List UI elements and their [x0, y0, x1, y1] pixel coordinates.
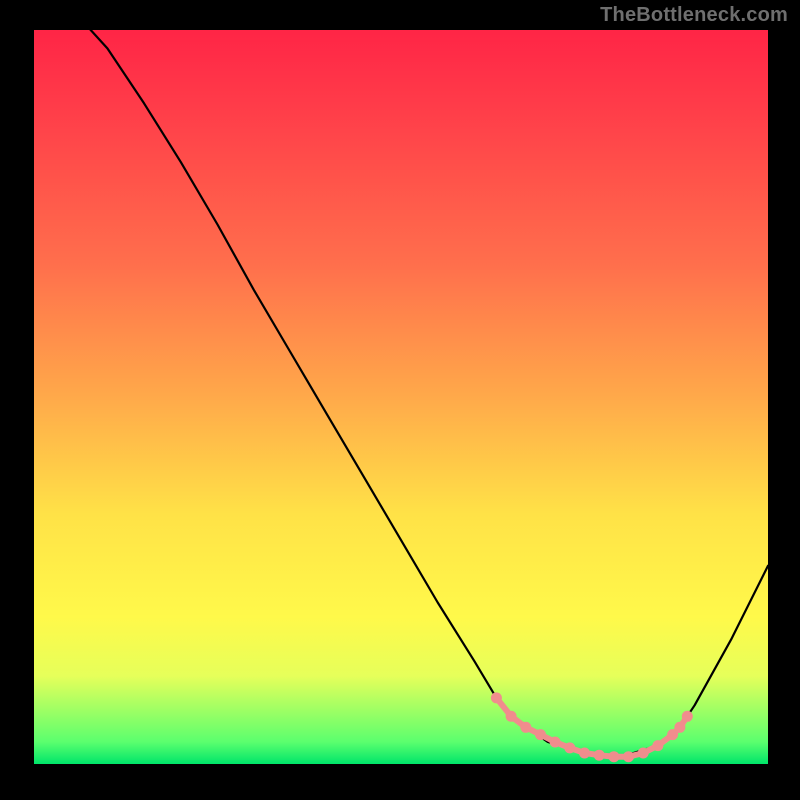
sweet-spot-marker	[579, 748, 590, 759]
sweet-spot-marker	[520, 722, 531, 733]
plot-area	[34, 30, 768, 764]
sweet-spot-marker	[623, 751, 634, 762]
sweet-spot-marker	[608, 751, 619, 762]
sweet-spot-marker	[674, 722, 685, 733]
chart-svg	[34, 30, 768, 764]
chart-frame: TheBottleneck.com	[0, 0, 800, 800]
bottleneck-curve	[34, 30, 768, 757]
sweet-spot-marker	[594, 750, 605, 761]
sweet-spot-marker	[638, 748, 649, 759]
attribution-text: TheBottleneck.com	[600, 4, 788, 27]
sweet-spot-marker	[506, 711, 517, 722]
sweet-spot-marker	[652, 740, 663, 751]
sweet-spot-markers	[491, 692, 693, 762]
sweet-spot-marker	[550, 737, 561, 748]
sweet-spot-marker	[564, 742, 575, 753]
sweet-spot-marker	[535, 729, 546, 740]
sweet-spot-marker	[682, 711, 693, 722]
sweet-spot-marker	[491, 692, 502, 703]
